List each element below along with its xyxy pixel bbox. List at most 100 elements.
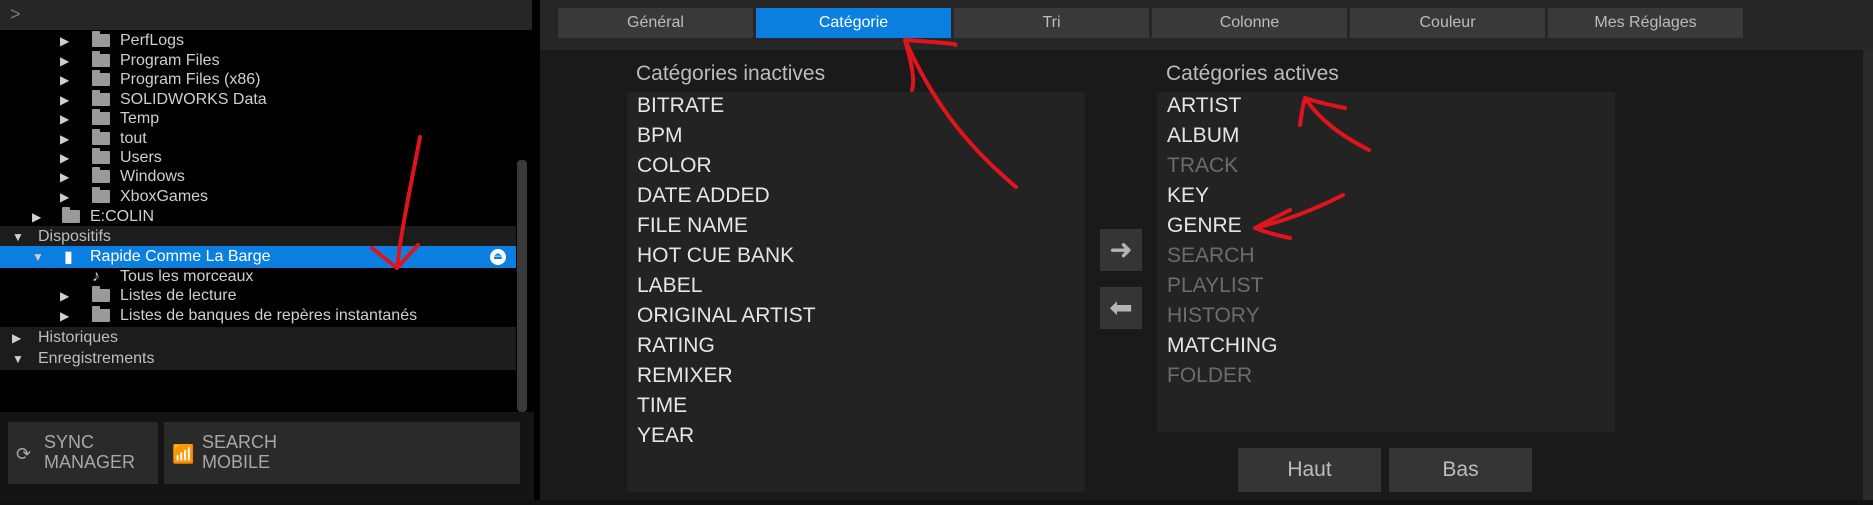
list-item[interactable]: FOLDER	[1167, 364, 1252, 388]
tab-cat-gorie[interactable]: Catégorie	[756, 8, 951, 38]
folder-icon	[92, 148, 110, 164]
tree-row[interactable]: ▶ Listes de banques de repères instantané…	[0, 305, 516, 327]
move-left-button[interactable]: ⬅	[1100, 287, 1142, 329]
list-item[interactable]: KEY	[1167, 184, 1209, 208]
list-item[interactable]: RATING	[637, 334, 715, 358]
active-categories-title: Catégories actives	[1166, 62, 1339, 85]
list-item[interactable]: HISTORY	[1167, 304, 1260, 328]
inactive-categories-title: Catégories inactives	[636, 62, 826, 85]
move-up-button[interactable]: Haut	[1238, 448, 1381, 492]
move-right-button[interactable]: ➜	[1100, 229, 1142, 271]
folder-icon	[62, 207, 80, 223]
expand-down-icon[interactable]: ▼	[12, 226, 24, 248]
folder-icon	[92, 109, 110, 125]
chevron-right-icon[interactable]: >	[10, 4, 21, 25]
folder-icon	[92, 70, 110, 86]
library-tree: ▶ PerfLogs ▶ Program Files ▶ Program Files (x…	[0, 30, 516, 410]
list-item[interactable]: TIME	[637, 394, 687, 418]
list-item[interactable]: BPM	[637, 124, 683, 148]
inactive-categories-list[interactable]: BITRATE BPM COLOR DATE ADDED FILE NAME HOT CU…	[627, 92, 1085, 492]
folder-icon	[92, 129, 110, 145]
tree-row[interactable]: ▶ E:COLIN	[0, 206, 516, 228]
expand-right-icon[interactable]: ▶	[12, 327, 21, 349]
expand-right-icon[interactable]: ▶	[60, 108, 69, 130]
tree-row-label: Rapide Comme La Barge	[90, 248, 271, 265]
folder-icon	[92, 51, 110, 67]
tree-row-label: Listes de banques de repères instantanés	[120, 307, 418, 324]
tree-row-label: XboxGames	[120, 188, 209, 205]
search-mobile-line1: SEARCH	[202, 432, 278, 452]
expand-right-icon[interactable]: ▶	[32, 206, 41, 228]
list-item[interactable]: REMIXER	[637, 364, 733, 388]
list-item[interactable]: COLOR	[637, 154, 712, 178]
tree-row-label: Dispositifs	[38, 228, 111, 245]
sync-line1: SYNC	[44, 432, 95, 452]
expand-down-icon[interactable]: ▼	[32, 246, 44, 268]
tab-colonne[interactable]: Colonne	[1152, 8, 1347, 38]
list-item[interactable]: PLAYLIST	[1167, 274, 1264, 298]
folder-icon	[92, 306, 110, 322]
list-item[interactable]: TRACK	[1167, 154, 1238, 178]
tree-row-label: Historiques	[38, 329, 119, 346]
active-categories-list[interactable]: ARTIST ALBUM TRACK KEY GENRE SEARCH PLAYLIST HI…	[1157, 92, 1615, 432]
tree-row[interactable]: ▼ Enregistrements	[0, 348, 516, 370]
tree-row-label: E:COLIN	[90, 208, 155, 225]
tree-row[interactable]: ▶ XboxGames	[0, 186, 516, 208]
search-mobile-line2: MOBILE	[202, 452, 271, 472]
list-item[interactable]: GENRE	[1167, 214, 1242, 238]
tab-couleur[interactable]: Couleur	[1350, 8, 1545, 38]
folder-icon	[92, 187, 110, 203]
expand-right-icon[interactable]: ▶	[60, 69, 69, 91]
right-scrollbar[interactable]	[1863, 50, 1873, 505]
eject-icon[interactable]: ⏏	[490, 249, 506, 265]
tree-row[interactable]: ▶ Listes de lecture	[0, 285, 516, 307]
list-item[interactable]: ORIGINAL ARTIST	[637, 304, 816, 328]
bottom-strip	[0, 500, 1873, 505]
folder-icon	[92, 90, 110, 106]
tree-scrollbar[interactable]	[517, 160, 527, 412]
expand-down-icon[interactable]: ▼	[12, 348, 24, 370]
tab-tri[interactable]: Tri	[954, 8, 1149, 38]
library-header: >	[0, 0, 532, 30]
tree-row-label: Temp	[120, 110, 160, 127]
expand-right-icon[interactable]: ▶	[60, 30, 69, 52]
move-down-button[interactable]: Bas	[1389, 448, 1532, 492]
tree-row[interactable]: ▶ Temp	[0, 108, 516, 130]
tree-row[interactable]: ▶ Program Files (x86)	[0, 69, 516, 91]
wifi-device-icon: 📶	[172, 444, 195, 464]
list-item[interactable]: ARTIST	[1167, 94, 1241, 118]
arrow-left-icon: ⬅	[1109, 292, 1133, 323]
tree-row[interactable]: ▼ Dispositifs	[0, 226, 516, 248]
sync-icon: ⟳	[16, 444, 32, 464]
tree-row-label: Program Files (x86)	[120, 71, 261, 88]
expand-right-icon[interactable]: ▶	[60, 285, 69, 307]
list-item[interactable]: HOT CUE BANK	[637, 244, 794, 268]
tree-row[interactable]: ▶ Historiques	[0, 327, 516, 349]
settings-tabs: Général Catégorie Tri Colonne Couleur Mes Rég…	[540, 0, 1873, 50]
list-item[interactable]: MATCHING	[1167, 334, 1277, 358]
expand-right-icon[interactable]: ▶	[60, 166, 69, 188]
list-item[interactable]: SEARCH	[1167, 244, 1255, 268]
list-item[interactable]: ALBUM	[1167, 124, 1239, 148]
tab-mes-r-glages[interactable]: Mes Réglages	[1548, 8, 1743, 38]
tree-row[interactable]: ▼ ▮ Rapide Comme La Barge ⏏	[0, 246, 516, 268]
tree-row[interactable]: ▶ Windows	[0, 166, 516, 188]
folder-icon	[92, 167, 110, 183]
library-panel: > ▶ PerfLogs ▶ Program Files ▶ Program Files …	[0, 0, 534, 505]
tree-row[interactable]: ▶ PerfLogs	[0, 30, 516, 52]
list-item[interactable]: YEAR	[637, 424, 694, 448]
tree-row-label: PerfLogs	[120, 32, 185, 49]
folder-icon	[92, 286, 110, 302]
list-item[interactable]: BITRATE	[637, 94, 724, 118]
list-item[interactable]: DATE ADDED	[637, 184, 770, 208]
tree-row-label: Windows	[120, 168, 185, 185]
folder-icon	[92, 31, 110, 47]
search-mobile-button[interactable]: 📶 SEARCH MOBILE	[164, 422, 520, 484]
sync-manager-button[interactable]: ⟳ SYNC MANAGER	[8, 422, 158, 484]
tree-row-label: Enregistrements	[38, 350, 155, 367]
list-item[interactable]: LABEL	[637, 274, 702, 298]
tab-g-n-ral[interactable]: Général	[558, 8, 753, 38]
expand-right-icon[interactable]: ▶	[60, 186, 69, 208]
expand-right-icon[interactable]: ▶	[60, 305, 69, 327]
list-item[interactable]: FILE NAME	[637, 214, 748, 238]
